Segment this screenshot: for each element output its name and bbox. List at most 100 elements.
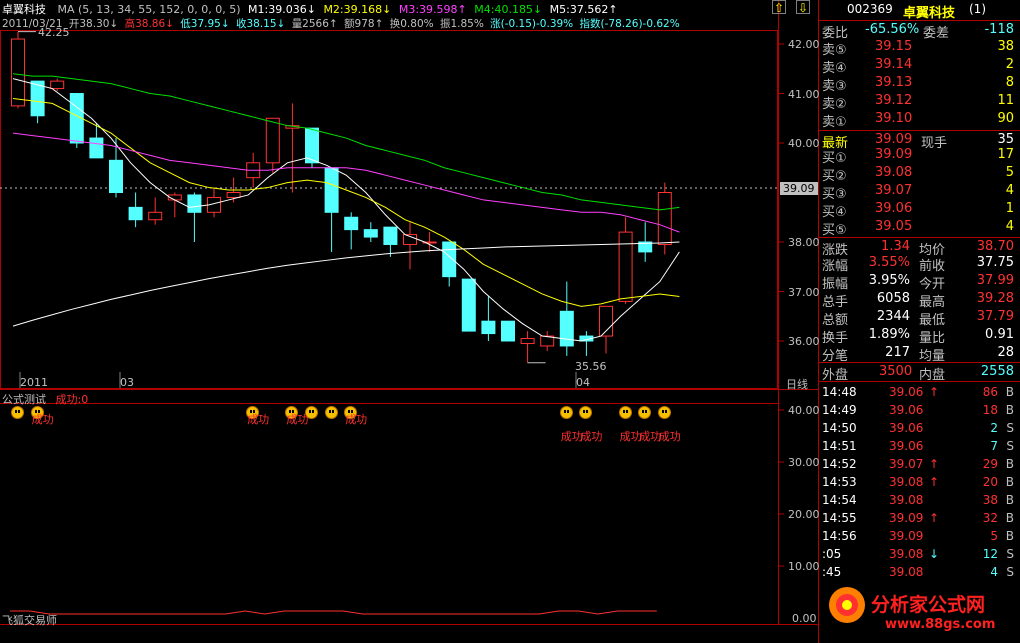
ask-row: 卖③ 39.13 8 [819, 74, 1020, 94]
tick-side: B [1005, 511, 1014, 525]
bid-price: 39.09 [875, 147, 913, 162]
indicator-value: 成功:0 [55, 393, 89, 406]
ask-price: 39.14 [875, 57, 913, 72]
candle-body [657, 192, 672, 245]
stat-row: 振幅 3.95% 今开 37.99 [819, 272, 1020, 292]
tick-price: 39.06 [889, 385, 924, 399]
up-arrow-icon[interactable]: ⇧ [772, 0, 786, 15]
tick-volume: 5 [990, 529, 998, 543]
header-high: 高38.86↓ [124, 18, 174, 30]
stat-value: 6058 [876, 291, 910, 306]
ask-label: 卖① [822, 115, 847, 130]
stat-value: 217 [885, 345, 910, 360]
ask-price: 39.10 [875, 111, 913, 126]
tick-list[interactable]: 14:48 39.06 ↑ 86 B 14:49 39.06 18 B 14:50 39.06 2 S 1… [819, 381, 1020, 582]
header-m5: M5:37.562↑ [549, 3, 618, 16]
tick-side: S [1006, 547, 1014, 561]
tick-row: 14:53 39.08 ↑ 20 B [819, 473, 1020, 491]
tick-arrow: ↑ [929, 511, 940, 525]
tick-volume: 32 [982, 511, 998, 525]
stat-label: 均量 [919, 349, 946, 364]
stat-value: 0.91 [985, 327, 1014, 342]
ask-row: 卖⑤ 39.15 38 [819, 38, 1020, 58]
tick-time: 14:53 [822, 475, 857, 489]
signal-label: 成功 [31, 413, 54, 426]
tick-price: 39.08 [889, 493, 924, 507]
tick-arrow: ↑ [929, 385, 940, 399]
candle-body [481, 320, 496, 335]
indicator-title: 公式测试 [2, 393, 46, 406]
signal-label: 成功 [580, 430, 603, 443]
tick-price: 39.08 [889, 475, 924, 489]
ask-row: 卖④ 39.14 2 [819, 56, 1020, 76]
header-ma-params: MA (5, 13, 34, 55, 152, 0, 0, 0, 5) [57, 3, 241, 16]
kline-chart[interactable] [0, 0, 820, 643]
header-low: 低37.95↓ [180, 18, 230, 30]
candle-body [520, 338, 535, 344]
indicator-tick: 30.00 [788, 456, 820, 469]
bid-row: 买③ 39.07 4 [819, 182, 1020, 202]
tick-time: 14:50 [822, 421, 857, 435]
indicator-tick: 40.00 [788, 404, 820, 417]
tick-price: 39.07 [889, 457, 924, 471]
price-tick: 38.00 [788, 236, 820, 249]
stock-suffix: (1) [969, 2, 986, 16]
stock-name: 卓翼科技 [903, 6, 956, 21]
tick-volume: 29 [982, 457, 998, 471]
tick-volume: 7 [990, 439, 998, 453]
header-turnover: 换0.80% [389, 18, 434, 30]
quote-title-row: 002369 卓翼科技 (1) [819, 1, 1020, 21]
bid-row: 买② 39.08 5 [819, 164, 1020, 184]
ask-row: 卖② 39.12 11 [819, 92, 1020, 112]
time-label: 04 [576, 376, 590, 389]
header-close: 收38.15↓ [235, 18, 286, 30]
tick-row: 14:50 39.06 2 S [819, 419, 1020, 437]
tick-volume: 20 [982, 475, 998, 489]
signal-label: 成功 [345, 413, 368, 426]
header-amount: 额978↑ [344, 18, 384, 30]
ask-row: 卖① 39.10 90 [819, 110, 1020, 130]
stat-value: 3.95% [868, 273, 910, 288]
tick-volume: 38 [982, 493, 998, 507]
time-label: 03 [120, 376, 134, 389]
smiley-signal-icon [11, 406, 24, 419]
tick-side: S [1006, 565, 1014, 579]
price-tick: 40.00 [788, 137, 820, 150]
candle-body [187, 194, 202, 213]
indicator-tick: 20.00 [788, 508, 820, 521]
ma-line-m2 [12, 97, 680, 307]
indicator-header: 公式测试 成功:0 [2, 391, 88, 407]
tick-time: 14:54 [822, 493, 857, 507]
ma-line-m1 [12, 78, 680, 342]
tick-time: 14:48 [822, 385, 857, 399]
tick-price: 39.08 [889, 565, 924, 579]
bid-volume: 17 [997, 147, 1014, 162]
candle-body [109, 159, 123, 193]
period-label[interactable]: 日线 [786, 376, 808, 392]
bid-price: 39.05 [875, 219, 913, 234]
bid-volume: 1 [1005, 201, 1014, 216]
candle-body [461, 278, 476, 332]
stat-row: 总额 2344 最低 37.79 [819, 308, 1020, 328]
tick-volume: 2 [990, 421, 998, 435]
smiley-signal-icon [324, 406, 338, 419]
tick-side: B [1005, 457, 1014, 471]
bid-volume: 5 [1005, 165, 1014, 180]
watermark-url: www.88gs.com [885, 617, 996, 632]
candle-body [50, 80, 65, 90]
tick-price: 39.06 [889, 421, 924, 435]
tick-time: :05 [822, 547, 842, 561]
down-arrow-icon[interactable]: ⇩ [796, 0, 810, 15]
tick-time: 14:51 [822, 439, 857, 453]
candle-body [344, 216, 359, 231]
bid-volume: 4 [1005, 183, 1014, 198]
price-tick: 41.00 [788, 88, 820, 101]
smiley-signal-icon [618, 406, 632, 419]
tick-time: 14:52 [822, 457, 857, 471]
tick-row: 14:51 39.06 7 S [819, 437, 1020, 455]
header-amplitude: 振1.85% [439, 18, 484, 30]
candle-body [442, 241, 457, 278]
inner-value: 2558 [980, 364, 1014, 379]
tick-row: 14:54 39.08 38 B [819, 491, 1020, 509]
bid-row: 买④ 39.06 1 [819, 200, 1020, 220]
